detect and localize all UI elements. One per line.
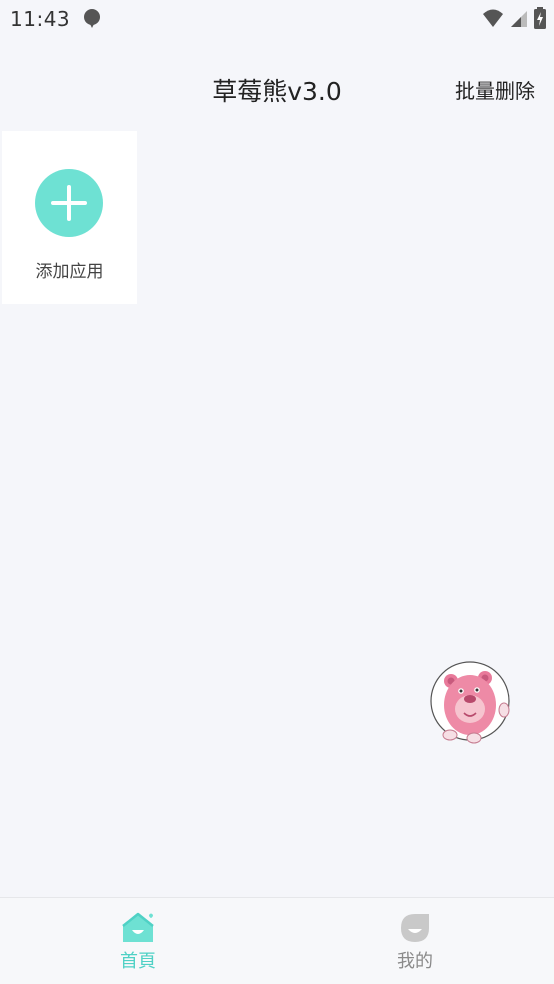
- app-header: 草莓熊v3.0 批量删除: [0, 58, 554, 120]
- battery-charging-icon: [534, 7, 546, 29]
- status-icons: [482, 7, 546, 29]
- nav-item-home[interactable]: 首頁: [78, 908, 198, 978]
- status-time: 11:43: [10, 7, 71, 31]
- profile-icon: [401, 914, 429, 942]
- app-screen: 11:43 草莓熊v3.0 批量删除 添加应用 首頁 我的: [0, 0, 554, 984]
- batch-delete-button[interactable]: 批量删除: [455, 75, 535, 104]
- cell-signal-icon: [511, 11, 527, 27]
- nav-label-home: 首頁: [120, 951, 156, 972]
- strawberry-bear-icon[interactable]: [430, 661, 512, 749]
- nav-label-me: 我的: [397, 951, 433, 972]
- add-app-card[interactable]: 添加应用: [2, 131, 137, 304]
- nav-item-me[interactable]: 我的: [355, 908, 475, 978]
- wifi-icon: [483, 9, 503, 27]
- status-bar: 11:43: [0, 0, 554, 38]
- plus-icon: [35, 169, 103, 237]
- notification-balloon-icon: [84, 9, 100, 28]
- bottom-navigation: 首頁 我的: [0, 897, 554, 984]
- home-icon: [122, 912, 154, 942]
- add-app-label: 添加应用: [35, 262, 104, 282]
